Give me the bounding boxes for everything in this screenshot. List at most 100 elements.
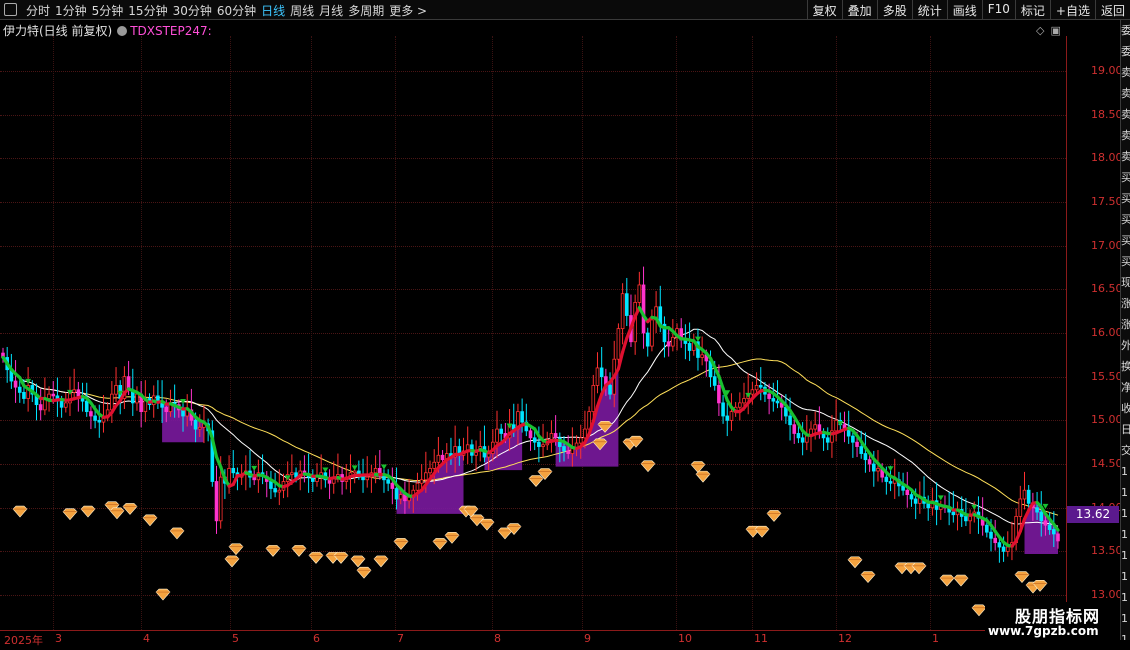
time-tick-label: 1 [932,632,939,645]
info-strip-label: 卖 [1121,104,1130,125]
diamond-signal-icon [356,566,372,579]
candle-body [729,411,734,421]
period-tab[interactable]: 30分钟 [173,2,217,19]
candle-body [608,385,612,395]
signal-arrow-icon [251,465,258,471]
info-strip-label: 买 [1121,209,1130,230]
tool-button[interactable]: 复权 [806,0,842,20]
candle-body [47,393,51,399]
current-price-badge: 13.62 [1067,506,1119,523]
signal-arrow-icon [971,504,978,510]
candle-body [277,489,282,493]
tool-button[interactable]: 多股 [876,0,912,20]
period-tab[interactable]: 5分钟 [92,2,129,19]
period-tab[interactable]: 月线 [319,2,348,19]
step-trend-segment [721,386,729,402]
price-tick-label: 17.00 [1091,238,1123,252]
diamond-signal-icon [265,545,281,557]
candle-body [620,293,625,330]
diamond-signal-icon [754,525,770,538]
candle-body [834,419,838,432]
info-strip-label: 涨 [1121,314,1130,335]
candle-body [1035,507,1039,513]
period-tab[interactable]: 60分钟 [217,2,261,19]
candle-body [742,398,746,404]
signal-arrow-icon [937,495,944,501]
info-strip-label: 收 [1121,398,1130,419]
info-strip-label: 买 [1121,167,1130,188]
candle-body [549,433,554,440]
info-strip-label: 委 [1121,41,1130,62]
info-strip-label: 1 [1121,507,1128,520]
candle-body [181,409,185,417]
period-tab[interactable]: 日线 [261,2,290,19]
tool-button[interactable]: +自选 [1049,0,1095,20]
tool-button[interactable]: 叠加 [841,0,877,20]
candle-body [352,470,357,474]
period-tab[interactable]: 15分钟 [128,2,172,19]
candle-body [641,284,646,334]
diamond-signal-icon [350,555,366,568]
candle-body [76,389,81,397]
diamond-signal-icon [695,470,711,483]
candle-body [97,419,102,423]
candle-body [867,459,872,465]
candle-body [800,437,805,443]
diamond-signal-icon [939,574,955,587]
tool-button[interactable]: 画线 [946,0,982,20]
candlestick-chart[interactable] [0,36,1066,630]
tool-button[interactable]: 返回 [1094,0,1130,20]
diamond-signal-icon [333,552,349,564]
candle-body [1022,489,1027,500]
price-tick-label: 16.50 [1091,282,1123,296]
price-tick-label: 17.50 [1091,194,1123,208]
info-strip-label: 卖 [1121,146,1130,167]
info-strip-label: 1 [1121,633,1128,640]
diamond-signal-icon [393,538,409,550]
tool-button[interactable]: 统计 [911,0,947,20]
diamond-signal-icon [228,543,244,556]
info-strip-label: 卖 [1121,83,1130,104]
period-tab[interactable]: 1分钟 [55,2,92,19]
menu-icon[interactable] [4,3,17,16]
candle-body [599,367,604,378]
price-tick-label: 14.50 [1091,457,1123,471]
info-strip-label: 1 [1121,465,1128,478]
candle-body [758,385,763,388]
period-tab[interactable]: 分时 [26,2,55,19]
time-tick-label: 8 [494,632,501,645]
info-strip-label: 净 [1121,377,1130,398]
candle-body [499,428,503,434]
tool-button[interactable]: 标记 [1014,0,1050,20]
price-tick-label: 16.00 [1091,326,1123,339]
time-tick-label: 7 [397,632,404,645]
diamond-signal-icon [122,503,138,515]
tool-button[interactable]: F10 [981,0,1015,20]
diamond-signal-icon [1014,571,1030,584]
candle-body [888,481,893,484]
indicator-toggle-icon[interactable] [117,26,128,36]
info-strip-label: 买 [1121,230,1130,251]
candle-body [440,454,445,461]
period-tab[interactable]: 周线 [290,2,319,19]
more-button[interactable]: 更多 > [389,2,432,19]
diamond-signal-icon [291,545,307,557]
candle-body [84,400,89,413]
candle-body [1026,489,1031,504]
candle-body [562,446,566,452]
candle-body [135,393,139,404]
candle-body [637,284,642,303]
diamond-signal-icon [860,571,876,584]
price-tick-label: 18.50 [1091,107,1123,121]
candle-body [252,476,256,481]
price-tick-label: 18.00 [1091,151,1123,165]
candle-body [863,453,868,461]
candle-body [51,393,56,397]
info-strip-label: 交 [1121,440,1130,461]
signal-arrow-icon [887,466,894,472]
period-tab[interactable]: 多周期 [348,2,389,19]
candle-body [792,424,797,434]
candle-body [114,385,118,395]
price-tick-label: 15.00 [1091,413,1123,427]
candle-body [876,467,880,472]
